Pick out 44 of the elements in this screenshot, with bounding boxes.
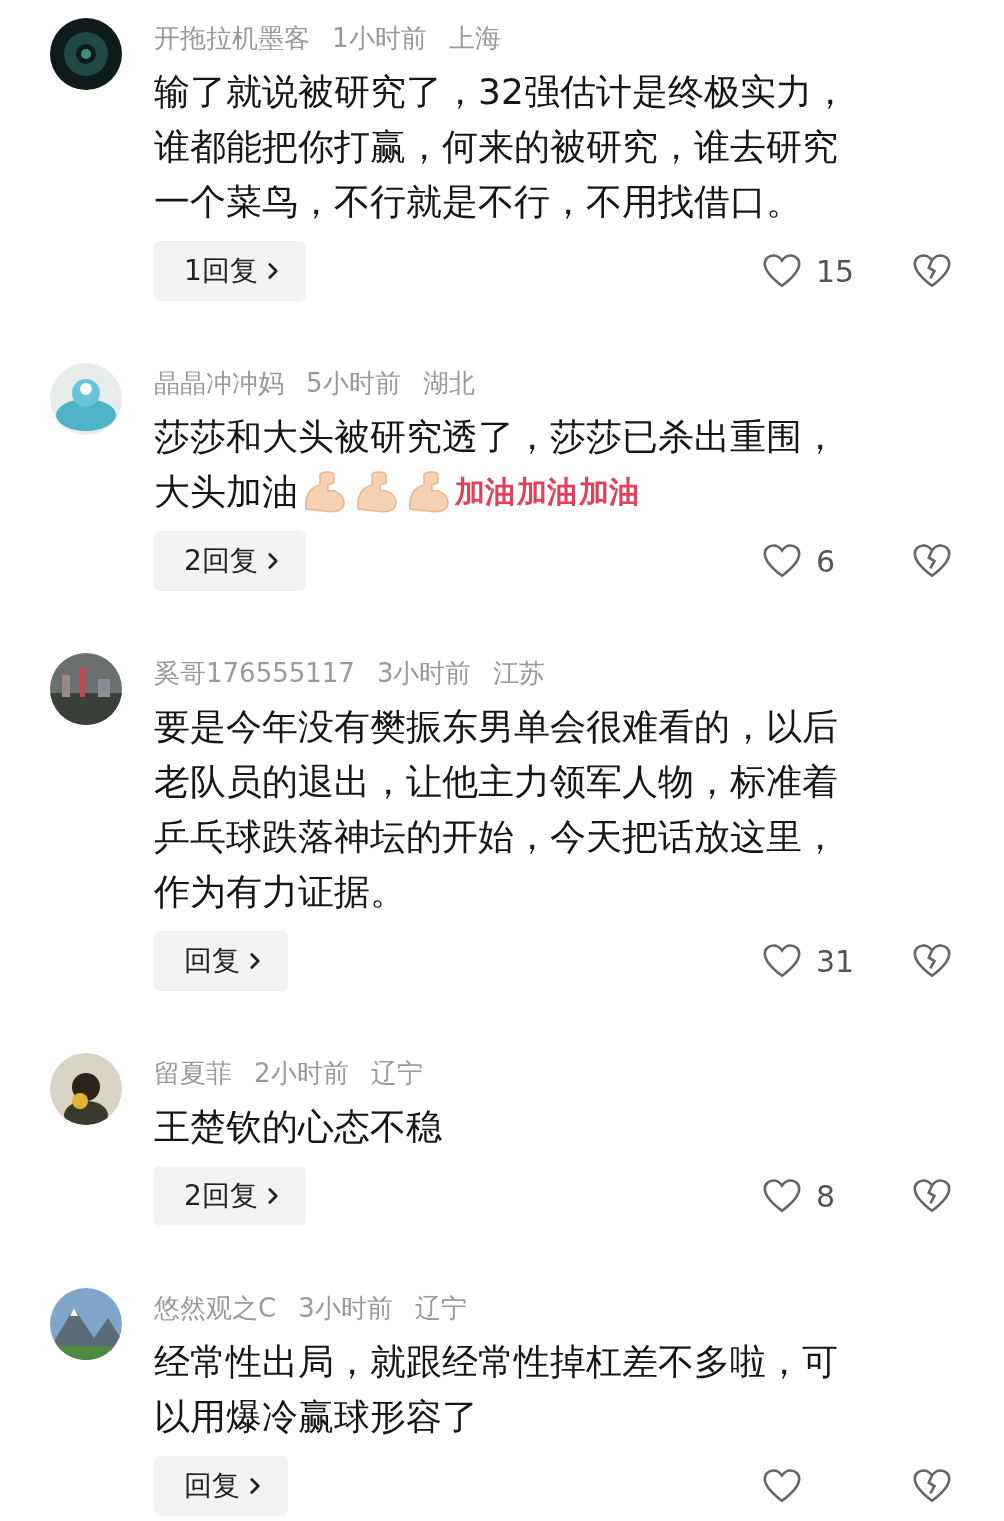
comment-text-line: 乒乓球跌落神坛的开始，今天把话放这里， [154, 815, 838, 859]
location: 辽宁 [414, 1292, 467, 1325]
post-time: 2小时前 [254, 1057, 349, 1090]
comment-text-line: 大头加油 [154, 470, 298, 514]
comment-text-line: 经常性出局，就跟经常性掉杠差不多啦，可 [154, 1340, 838, 1384]
like-count: 31 [816, 942, 855, 981]
comment-text-line: 一个菜鸟，不行就是不行，不用找借口。 [154, 180, 802, 224]
post-time: 3小时前 [376, 657, 472, 690]
location: 江苏 [493, 657, 546, 690]
replies-button[interactable]: 2回复 [154, 531, 306, 591]
broken-heart-icon[interactable] [912, 1468, 952, 1504]
broken-heart-icon[interactable] [912, 543, 952, 579]
heart-icon[interactable] [762, 1178, 802, 1214]
like-count: 6 [816, 542, 836, 581]
location: 辽宁 [370, 1057, 423, 1090]
heart-icon[interactable] [762, 943, 802, 979]
cheer-label: 加油 [517, 472, 577, 511]
heart-icon[interactable] [762, 253, 802, 289]
like-count: 8 [816, 1177, 836, 1216]
broken-heart-icon[interactable] [912, 253, 952, 289]
comment-text-line: 谁都能把你打赢，何来的被研究，谁去研究 [154, 125, 838, 169]
comment-text-line: 作为有力证据。 [154, 870, 406, 914]
broken-heart-icon[interactable] [912, 1178, 952, 1214]
replies-button[interactable]: 回复 [154, 1456, 288, 1516]
cheer-label: 加油 [579, 472, 639, 511]
comment-text-line: 王楚钦的心态不稳 [154, 1105, 442, 1149]
replies-button[interactable]: 2回复 [154, 1166, 306, 1226]
post-time: 1小时前 [332, 22, 427, 55]
cheer-label: 加油 [455, 472, 515, 511]
location: 上海 [448, 22, 501, 55]
comment-text-line: 输了就说被研究了，32强估计是终极实力， [154, 70, 848, 114]
post-time: 5小时前 [306, 367, 401, 400]
replies-button[interactable]: 回复 [154, 931, 288, 991]
heart-icon[interactable] [762, 1468, 802, 1504]
post-time: 3小时前 [298, 1292, 393, 1325]
like-count: 15 [816, 252, 855, 291]
heart-icon[interactable] [762, 543, 802, 579]
comment-text-line: 以用爆冷赢球形容了 [154, 1395, 478, 1439]
location: 湖北 [422, 367, 475, 400]
comment-text-line: 莎莎和大头被研究透了，莎莎已杀出重围， [154, 415, 838, 459]
replies-button[interactable]: 1回复 [154, 241, 306, 301]
broken-heart-icon[interactable] [912, 943, 952, 979]
comment-text-line: 老队员的退出，让他主力领军人物，标准着 [154, 760, 838, 804]
comment-text-line: 要是今年没有樊振东男单会很难看的，以后 [154, 705, 838, 749]
